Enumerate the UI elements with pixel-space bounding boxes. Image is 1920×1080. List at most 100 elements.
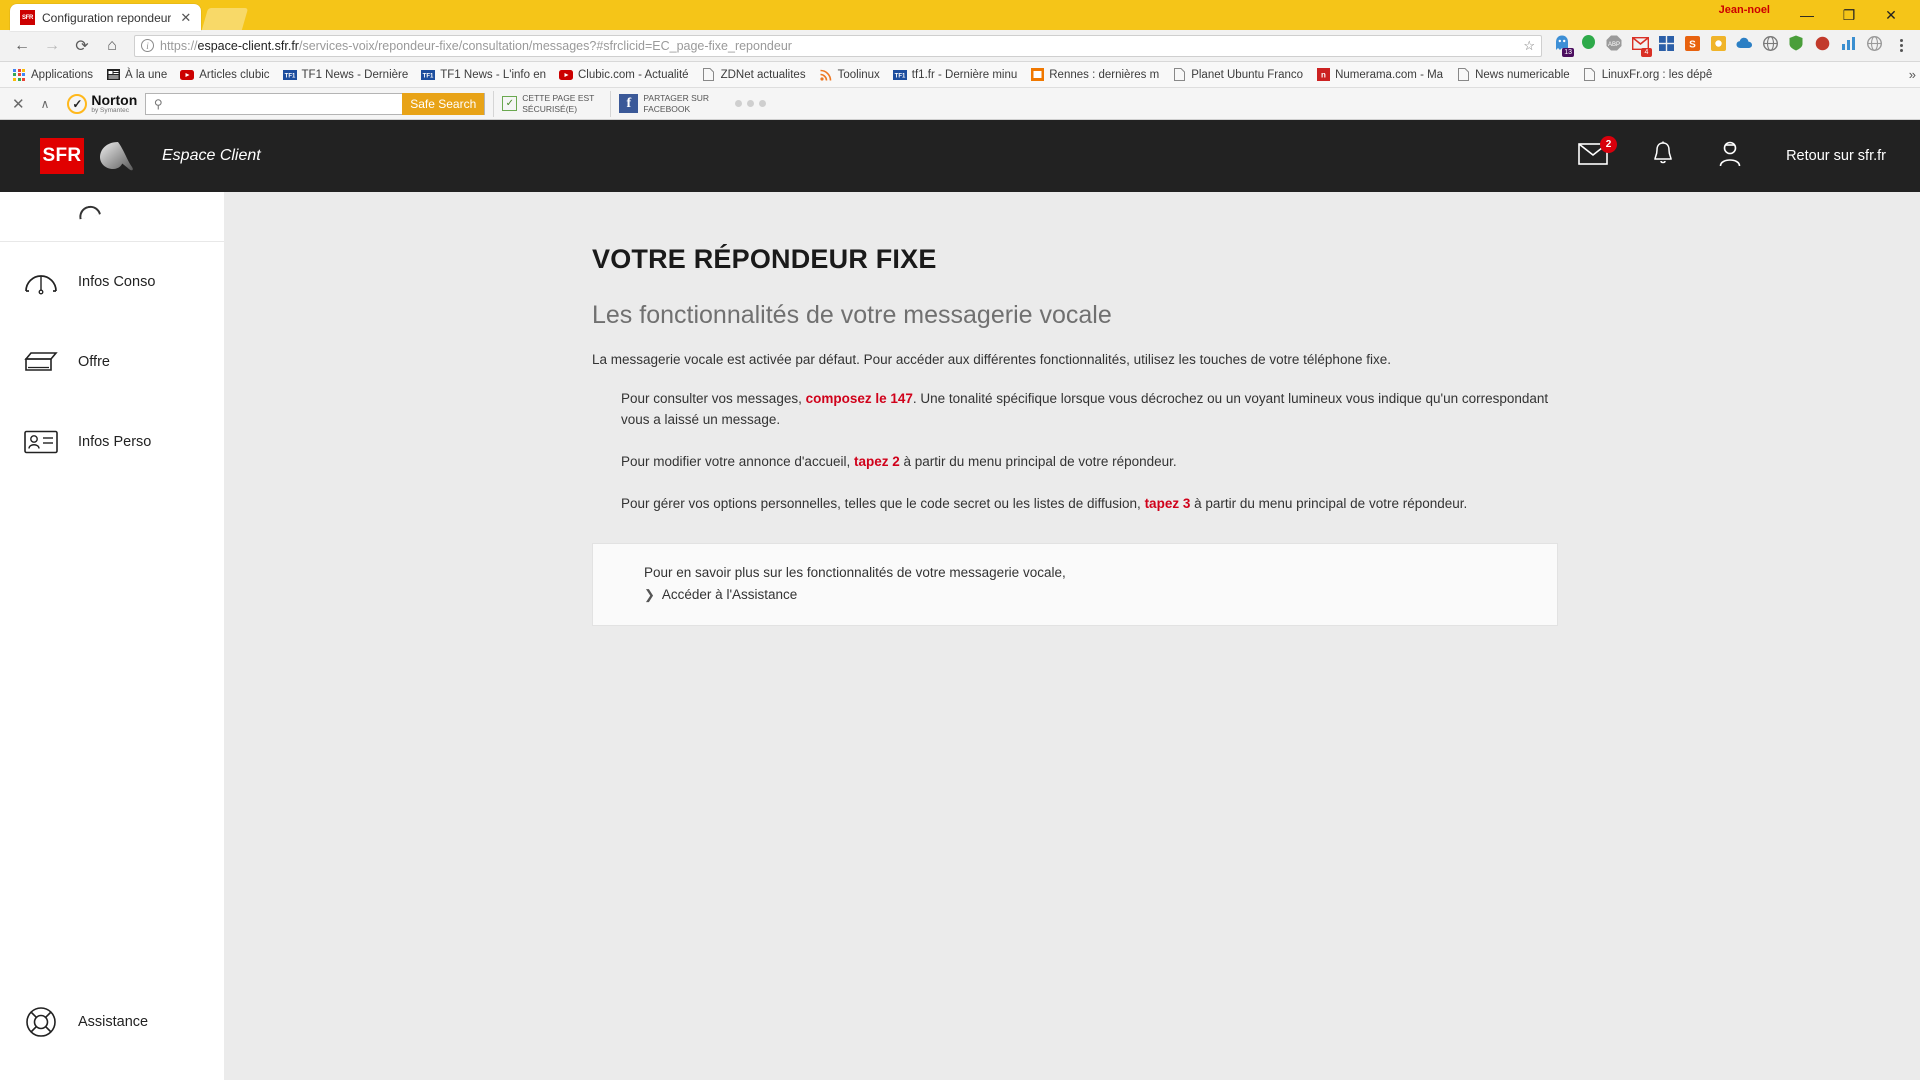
bookmark-label: Numerama.com - Ma xyxy=(1335,69,1443,81)
sidebar-item-infos-conso[interactable]: Infos Conso xyxy=(0,242,224,322)
norton-page-secure[interactable]: ✓ CETTE PAGE EST SÉCURISÉ(E) xyxy=(493,91,602,117)
page-icon xyxy=(1172,68,1186,82)
main-content: VOTRE RÉPONDEUR FIXE Les fonctionnalités… xyxy=(224,192,1920,1080)
bell-icon[interactable] xyxy=(1652,141,1674,171)
norton-search-box[interactable]: ⚲ Safe Search xyxy=(145,93,485,115)
sfr-logo[interactable]: SFR xyxy=(40,138,84,174)
bookmarks-overflow-icon[interactable]: » xyxy=(1909,67,1916,82)
page-icon xyxy=(702,68,716,82)
chrome-menu-icon[interactable] xyxy=(1890,39,1912,52)
sidebar-item-offre[interactable]: Offre xyxy=(0,322,224,402)
instruction-text-after: à partir du menu principal de votre répo… xyxy=(900,454,1177,469)
bookmark-item[interactable]: Planet Ubuntu Franco xyxy=(1166,66,1309,84)
instruction-text-before: Pour gérer vos options personnelles, tel… xyxy=(621,496,1145,511)
bookmark-item[interactable]: Applications xyxy=(6,66,99,84)
instruction-highlight[interactable]: composez le 147 xyxy=(806,391,913,406)
instruction-highlight[interactable]: tapez 3 xyxy=(1145,496,1191,511)
yellow-square-icon[interactable] xyxy=(1706,34,1730,58)
instruction-item: Pour consulter vos messages, composez le… xyxy=(621,389,1558,431)
close-icon[interactable]: ✕ xyxy=(178,11,193,24)
forward-icon[interactable]: → xyxy=(38,32,66,60)
home-icon[interactable]: ⌂ xyxy=(98,32,126,60)
user-icon[interactable] xyxy=(1718,141,1742,172)
bookmark-item[interactable]: n Numerama.com - Ma xyxy=(1310,66,1449,84)
tab-favicon-sfr: SFR xyxy=(20,10,35,25)
bookmark-item[interactable]: TF1tf1.fr - Dernière minu xyxy=(887,66,1023,84)
window-controls: — ❐ ✕ xyxy=(1786,0,1912,30)
browser-tab[interactable]: SFR Configuration repondeur ✕ xyxy=(10,4,201,31)
minimize-icon[interactable]: — xyxy=(1786,1,1828,29)
green-balloon-icon[interactable] xyxy=(1576,34,1600,58)
mail-icon[interactable]: 4 xyxy=(1628,34,1652,58)
sidebar-item-label: Infos Perso xyxy=(78,434,151,450)
bookmark-item[interactable]: TF1TF1 News - L'info en xyxy=(415,66,552,84)
adblock-plus-icon[interactable]: ABP xyxy=(1602,34,1626,58)
sidebar-item-assistance[interactable]: Assistance xyxy=(0,982,224,1062)
page-info-icon[interactable]: i xyxy=(141,39,154,52)
bookmark-item[interactable]: ZDNet actualites xyxy=(696,66,812,84)
window-close-icon[interactable]: ✕ xyxy=(1870,1,1912,29)
sidebar-item-infos-perso[interactable]: Infos Perso xyxy=(0,402,224,482)
red-circle-icon[interactable] xyxy=(1810,34,1834,58)
bookmark-item[interactable]: News numericable xyxy=(1450,66,1576,84)
reload-icon[interactable]: ⟳ xyxy=(68,32,96,60)
intro-paragraph: La messagerie vocale est activée par déf… xyxy=(592,352,1558,367)
assistance-callout: Pour en savoir plus sur les fonctionnali… xyxy=(592,543,1558,626)
norton-brand-sub: by Symantec xyxy=(91,108,137,115)
globe-icon[interactable] xyxy=(1758,34,1782,58)
partial-arc-icon xyxy=(77,204,101,220)
svg-text:n: n xyxy=(1321,71,1326,80)
bookmark-label: Clubic.com - Actualité xyxy=(578,69,689,81)
bookmark-item[interactable]: Clubic.com - Actualité xyxy=(553,66,695,84)
norton-collapse-icon[interactable]: ∧ xyxy=(37,97,54,111)
norton-more-dots[interactable] xyxy=(735,100,766,107)
norton-close-icon[interactable]: ✕ xyxy=(8,95,29,113)
share-line-2: FACEBOOK xyxy=(643,104,709,115)
chevron-right-icon: ❯ xyxy=(644,587,655,603)
bookmark-label: TF1 News - L'info en xyxy=(440,69,546,81)
sidebar: Infos ConsoOffre Infos Perso Assistance xyxy=(0,192,224,1080)
norton-search-input[interactable] xyxy=(170,94,402,114)
extension-icons: 13 ABP 4 S xyxy=(1550,34,1886,58)
rss-icon xyxy=(819,68,833,82)
s-orange-icon[interactable]: S xyxy=(1680,34,1704,58)
new-tab-button[interactable] xyxy=(202,8,248,30)
maximize-icon[interactable]: ❐ xyxy=(1828,1,1870,29)
address-bar[interactable]: i https://espace-client.sfr.fr/services-… xyxy=(134,35,1542,57)
bookmark-item[interactable]: LinuxFr.org : les dépê xyxy=(1577,66,1719,84)
shield-green-icon[interactable] xyxy=(1784,34,1808,58)
bookmark-item[interactable]: Toolinux xyxy=(813,66,886,84)
retour-sfr-link[interactable]: Retour sur sfr.fr xyxy=(1786,148,1886,164)
bookmark-item[interactable]: Articles clubic xyxy=(174,66,275,84)
chart-icon[interactable] xyxy=(1836,34,1860,58)
browser-navbar: ← → ⟳ ⌂ i https://espace-client.sfr.fr/s… xyxy=(0,30,1920,62)
assistance-link-label: Accéder à l'Assistance xyxy=(662,587,797,602)
url-text: https://espace-client.sfr.fr/services-vo… xyxy=(160,39,792,53)
instruction-highlight[interactable]: tapez 2 xyxy=(854,454,900,469)
bookmark-label: TF1 News - Dernière xyxy=(302,69,409,81)
blue-grid-icon[interactable] xyxy=(1654,34,1678,58)
bookmark-item[interactable]: Rennes : dernières m xyxy=(1024,66,1165,84)
cloud-icon[interactable] xyxy=(1732,34,1756,58)
browser-tabstrip: SFR Configuration repondeur ✕ Jean-noel … xyxy=(0,0,1920,30)
safe-search-button[interactable]: Safe Search xyxy=(402,93,484,115)
mail-icon-badge: 4 xyxy=(1641,48,1652,57)
sfr-logo-text: SFR xyxy=(43,145,82,167)
bookmark-item[interactable]: À la une xyxy=(100,66,173,84)
page-icon xyxy=(1456,68,1470,82)
orange-icon xyxy=(1030,68,1044,82)
norton-share-facebook[interactable]: f PARTAGER SUR FACEBOOK xyxy=(610,91,717,117)
bookmarks-bar: ApplicationsÀ la uneArticles clubicTF1TF… xyxy=(0,62,1920,88)
gray-square-icon[interactable] xyxy=(1862,34,1886,58)
callout-text: Pour en savoir plus sur les fonctionnali… xyxy=(644,565,1557,580)
instruction-text-before: Pour modifier votre annonce d'accueil, xyxy=(621,454,854,469)
youtube-icon xyxy=(180,68,194,82)
bookmark-item[interactable]: TF1TF1 News - Dernière xyxy=(277,66,415,84)
bookmark-star-icon[interactable]: ☆ xyxy=(1523,38,1535,54)
mail-icon[interactable]: 2 xyxy=(1578,143,1608,170)
mail-badge: 2 xyxy=(1600,136,1617,153)
back-icon[interactable]: ← xyxy=(8,32,36,60)
assistance-link[interactable]: ❯ Accéder à l'Assistance xyxy=(644,587,1557,603)
ghostery-icon[interactable]: 13 xyxy=(1550,34,1574,58)
gauge-icon xyxy=(24,269,58,295)
